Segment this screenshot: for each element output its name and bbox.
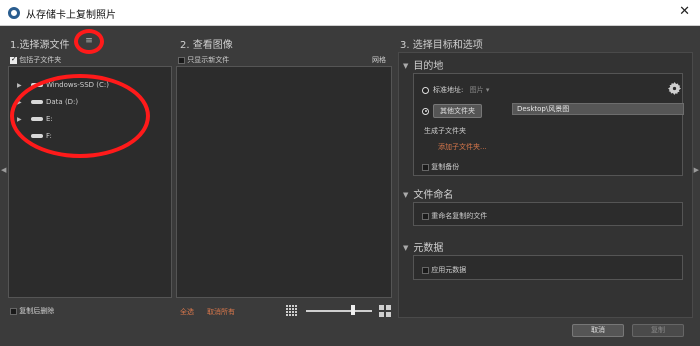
standard-location-label: 标准地址: [433, 86, 464, 94]
annotation-circle-drives [10, 74, 150, 158]
file-naming-group: 重命名复制的文件 [413, 202, 683, 226]
standard-location-radio[interactable] [422, 86, 429, 94]
backup-label: 复制备份 [431, 163, 460, 171]
select-all-link[interactable]: 全选 [180, 307, 194, 317]
apply-metadata-option[interactable]: 应用元数据 [422, 265, 466, 275]
expand-arrow-icon[interactable]: ▶ [17, 82, 25, 89]
cancel-button[interactable]: 取消 [572, 324, 624, 337]
metadata-header[interactable]: ▼ 元数据 [403, 239, 443, 254]
include-subfolders-label: 包括子文件夹 [19, 56, 62, 64]
title-bar: 从存储卡上复制照片 ✕ [0, 0, 700, 26]
window-title: 从存储卡上复制照片 [26, 10, 116, 21]
copy-button[interactable]: 复制 [632, 324, 684, 337]
show-new-only-label: 只显示新文件 [187, 56, 230, 64]
options-panel: ▼ 目的地 标准地址: 图片 ▾ 其他文件夹 Desktop\风景图 生成子文件夹… [398, 52, 693, 318]
file-naming-header[interactable]: ▼ 文件命名 [403, 186, 453, 201]
apply-metadata-label: 应用元数据 [431, 266, 467, 274]
file-naming-title: 文件命名 [413, 190, 454, 201]
preview-heading: 2. 查看图像 [180, 40, 233, 51]
grid-label[interactable]: 网格 [372, 55, 386, 65]
target-heading: 3. 选择目标和选项 [400, 40, 483, 51]
rename-label: 重命名复制的文件 [431, 212, 488, 220]
destination-group: 标准地址: 图片 ▾ 其他文件夹 Desktop\风景图 生成子文件夹 添加子文… [413, 73, 684, 176]
include-subfolders-checkbox[interactable] [10, 55, 17, 64]
backup-option[interactable]: 复制备份 [422, 162, 459, 172]
dropdown-arrow-icon: ▾ [485, 86, 490, 94]
add-subfolder-link[interactable]: 添加子文件夹... [438, 142, 487, 152]
delete-after-copy-label: 复制后删除 [19, 307, 55, 315]
standard-location-dropdown[interactable]: 图片 ▾ [470, 86, 490, 94]
app-icon [8, 7, 20, 19]
delete-after-copy-checkbox[interactable] [10, 307, 17, 315]
create-subfolder-label: 生成子文件夹 [424, 127, 466, 135]
deselect-all-link[interactable]: 取消所有 [207, 307, 235, 317]
standard-location-value: 图片 [469, 86, 484, 94]
thumbnail-size-slider[interactable] [306, 310, 372, 312]
other-folder-option[interactable]: 其他文件夹 [422, 104, 482, 118]
show-new-only-checkbox[interactable] [178, 56, 185, 64]
collapse-triangle-icon[interactable]: ▼ [403, 191, 408, 199]
source-heading: 1.选择源文件 [10, 40, 70, 51]
metadata-group: 应用元数据 [413, 255, 683, 280]
destination-title: 目的地 [413, 61, 444, 72]
large-grid-icon[interactable] [379, 305, 391, 317]
include-subfolders-option[interactable]: 包括子文件夹 [10, 55, 61, 65]
small-grid-icon[interactable] [286, 305, 298, 317]
gear-icon[interactable] [668, 82, 681, 95]
annotation-circle-menu [74, 29, 104, 54]
other-folder-button[interactable]: 其他文件夹 [433, 104, 482, 118]
slider-thumb[interactable] [351, 305, 355, 315]
apply-metadata-checkbox[interactable] [422, 266, 429, 274]
destination-header[interactable]: ▼ 目的地 [403, 57, 443, 72]
show-new-only-option[interactable]: 只显示新文件 [178, 55, 229, 65]
image-preview-area[interactable] [176, 66, 392, 298]
rename-option[interactable]: 重命名复制的文件 [422, 211, 487, 221]
collapse-triangle-icon[interactable]: ▼ [403, 244, 408, 252]
right-panel-arrow-icon[interactable]: ▶ [694, 166, 699, 174]
backup-checkbox[interactable] [422, 163, 429, 171]
standard-location-option[interactable]: 标准地址: 图片 ▾ [422, 85, 489, 95]
collapse-triangle-icon[interactable]: ▼ [403, 62, 408, 70]
metadata-title: 元数据 [413, 243, 444, 254]
left-panel-arrow-icon[interactable]: ◀ [1, 166, 6, 174]
close-icon[interactable]: ✕ [679, 4, 690, 19]
destination-path-field[interactable]: Desktop\风景图 [512, 103, 684, 115]
other-folder-radio[interactable] [422, 107, 429, 115]
delete-after-copy-option[interactable]: 复制后删除 [10, 306, 54, 316]
rename-checkbox[interactable] [422, 212, 429, 220]
